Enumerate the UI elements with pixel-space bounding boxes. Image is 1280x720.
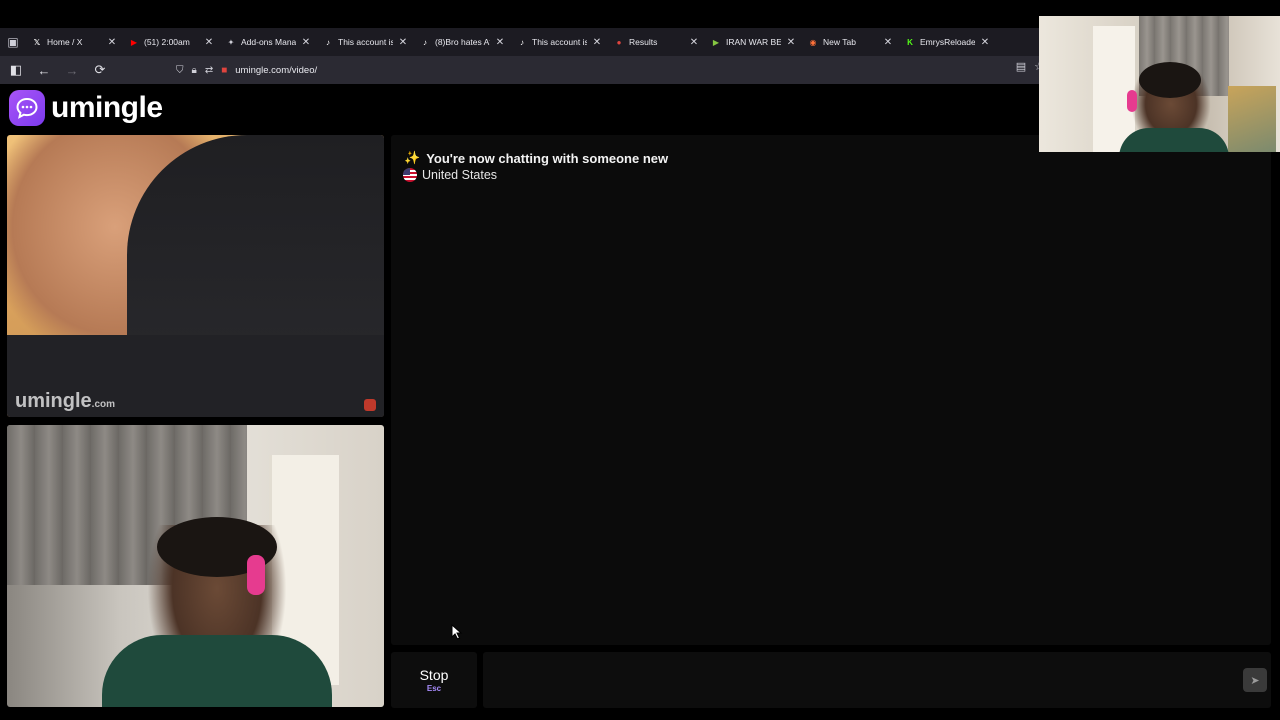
tab-list-icon[interactable]: ▣ <box>0 28 26 56</box>
kick-icon: K <box>907 37 913 47</box>
streamer-headset <box>1127 90 1137 112</box>
tab-label: Home / X <box>47 37 83 47</box>
streamer-webcam-overlay <box>1039 16 1280 152</box>
umingle-logo[interactable]: umingle <box>9 90 163 126</box>
browser-tab[interactable]: K EmrysReloaded ✕ <box>899 28 996 56</box>
chat-panel: ✨ You're now chatting with someone new U… <box>391 135 1271 645</box>
address-bar[interactable]: ⛉ 🔒︎ ⇄ ■ umingle.com/video/ <box>176 58 1036 82</box>
tab-close-icon[interactable]: ✕ <box>786 37 796 48</box>
permissions-icon[interactable]: ⇄ <box>205 65 213 76</box>
tab-close-icon[interactable]: ✕ <box>689 37 699 48</box>
stop-shortcut-hint: Esc <box>426 684 442 693</box>
tab-label: (51) 2:00am <box>144 37 190 47</box>
camera-active-icon[interactable]: ■ <box>221 65 227 76</box>
forward-button[interactable]: → <box>60 58 84 82</box>
chat-controls: Stop Esc ➤ <box>391 652 1271 708</box>
tab-label: New Tab <box>823 37 856 47</box>
streamer-hair <box>1139 62 1201 98</box>
tab-close-icon[interactable]: ✕ <box>398 37 408 48</box>
browser-tab[interactable]: ▶ IRAN WAR BEGI ✕ <box>705 28 802 56</box>
streamer-shirt <box>1119 128 1229 152</box>
tiktok-icon: ♪ <box>423 37 427 47</box>
youtube-icon: ▶ <box>130 37 138 47</box>
tab-label: This account is p <box>338 37 393 47</box>
chat-status-text: You're now chatting with someone new <box>426 150 669 166</box>
browser-tab[interactable]: ♪ This account is p ✕ <box>511 28 608 56</box>
firefox-icon: ◉ <box>809 37 817 47</box>
tab-label: (8)Bro hates Atla <box>435 37 490 47</box>
send-button[interactable]: ➤ <box>1243 668 1267 692</box>
stop-label: Stop <box>419 667 449 683</box>
umingle-watermark: umingle.com <box>15 390 115 413</box>
stranger-country: United States <box>403 168 497 182</box>
sidebar-toggle-icon[interactable]: ◧ <box>4 58 28 82</box>
tab-close-icon[interactable]: ✕ <box>107 37 117 48</box>
tab-label: EmrysReloaded <box>920 37 975 47</box>
url-text[interactable]: umingle.com/video/ <box>235 65 317 76</box>
rumble-icon: ▶ <box>712 37 720 47</box>
browser-tab[interactable]: ● Results ✕ <box>608 28 705 56</box>
tiktok-icon: ♪ <box>326 37 330 47</box>
tab-close-icon[interactable]: ✕ <box>883 37 893 48</box>
tab-label: Add-ons Manag <box>241 37 296 47</box>
globe-icon: ● <box>616 37 622 47</box>
reload-button[interactable]: ⟳ <box>88 58 112 82</box>
browser-tab[interactable]: 𝕏 Home / X ✕ <box>26 28 123 56</box>
x-icon: 𝕏 <box>33 37 41 47</box>
streamer-painting <box>1228 86 1276 152</box>
lock-icon[interactable]: 🔒︎ <box>192 65 197 76</box>
back-button[interactable]: ← <box>32 58 56 82</box>
mouse-cursor-icon <box>451 624 463 640</box>
logo-text: umingle <box>51 91 163 124</box>
self-shirt <box>102 635 332 707</box>
tab-close-icon[interactable]: ✕ <box>301 37 311 48</box>
us-flag-icon <box>403 168 417 182</box>
report-flag-icon[interactable] <box>364 399 376 411</box>
self-video <box>7 425 384 707</box>
tab-close-icon[interactable]: ✕ <box>592 37 602 48</box>
browser-tab[interactable]: ✦ Add-ons Manag ✕ <box>220 28 317 56</box>
browser-tab[interactable]: ◉ New Tab ✕ <box>802 28 899 56</box>
browser-tab[interactable]: ♪ This account is p ✕ <box>317 28 414 56</box>
tab-label: Results <box>629 37 658 47</box>
stop-button[interactable]: Stop Esc <box>391 652 477 708</box>
browser-tab[interactable]: ♪ (8)Bro hates Atla ✕ <box>414 28 511 56</box>
tab-close-icon[interactable]: ✕ <box>980 37 990 48</box>
tab-close-icon[interactable]: ✕ <box>204 37 214 48</box>
shield-icon[interactable]: ⛉ <box>176 65 184 76</box>
tab-close-icon[interactable]: ✕ <box>495 37 505 48</box>
sparkles-icon: ✨ <box>404 150 421 165</box>
tab-label: IRAN WAR BEGI <box>726 37 781 47</box>
reader-view-icon[interactable]: ▤ <box>1016 60 1026 73</box>
tiktok-icon: ♪ <box>520 37 524 47</box>
tab-label: This account is p <box>532 37 587 47</box>
watermark-suffix: .com <box>91 399 116 410</box>
send-arrow-icon: ➤ <box>1250 674 1260 687</box>
stranger-video: umingle.com <box>7 135 384 417</box>
puzzle-icon: ✦ <box>227 37 235 47</box>
browser-tab[interactable]: ▶ (51) 2:00am ✕ <box>123 28 220 56</box>
pink-headset <box>247 555 265 595</box>
chat-bubble-icon <box>9 90 45 126</box>
message-input[interactable] <box>483 652 1271 708</box>
country-text: United States <box>422 168 498 182</box>
chat-status-message: ✨ You're now chatting with someone new <box>404 150 668 166</box>
watermark-text: umingle <box>15 390 92 412</box>
